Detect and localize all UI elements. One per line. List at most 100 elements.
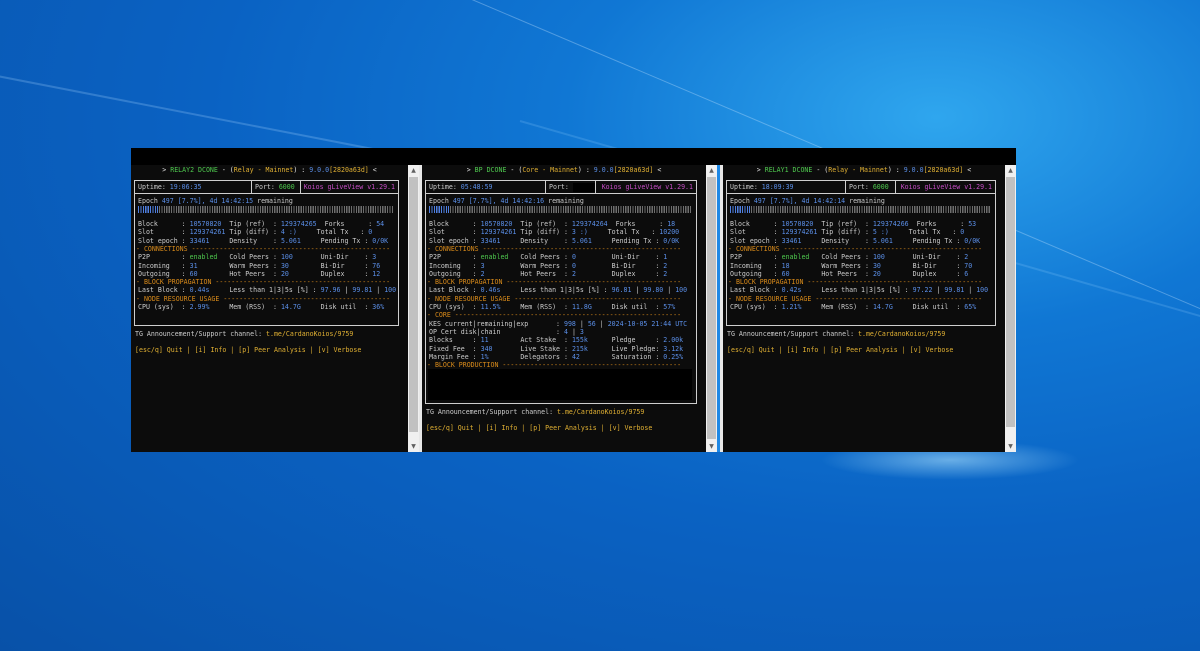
less-than-label: Less than 1|3|5s [%] : — [500, 286, 612, 295]
peer-analysis-key[interactable]: [p] Peer Analysis — [830, 346, 898, 354]
chain-stat: Slot : 129374261 Tip (diff) : 5 :) Total… — [730, 228, 964, 236]
tg-link[interactable]: t.me/CardanoKoios/9759 — [266, 330, 353, 338]
kes-remaining: 56 — [587, 319, 596, 328]
epoch-label: Epoch — [730, 197, 754, 205]
window-title-bar[interactable] — [131, 148, 1016, 165]
pool-stat-label: Pledge : — [587, 336, 664, 345]
connection-stat-value: 2 — [480, 269, 485, 278]
info-key[interactable]: [i] Info — [486, 424, 518, 432]
terminal-title: > BP DCONE - (Core - Mainnet) : 9.0.0[28… — [422, 166, 706, 175]
chain-stat-value: 5.061 — [280, 236, 301, 245]
scroll-up-icon[interactable]: ▲ — [408, 165, 419, 176]
epoch-status: Epoch 497 [7.7%], 4d 14:42:16 remaining — [429, 197, 584, 205]
connection-stat-label: Incoming : — [429, 261, 481, 270]
mem-label: Mem (RSS) : — [209, 303, 281, 311]
verbose-key[interactable]: [v] Verbose — [910, 346, 954, 354]
last-block-value: 0.46s — [480, 286, 501, 295]
chain-stat-label: Pending Tx : — [300, 236, 373, 245]
connection-stat-value: 100 — [280, 253, 293, 262]
scrollbar-relay2[interactable]: ▲ ▼ — [408, 165, 419, 452]
connection-stat-value: 100 — [872, 253, 885, 262]
scroll-down-icon[interactable]: ▼ — [1005, 441, 1016, 452]
connection-stat-value: 20 — [872, 269, 881, 278]
chain-stat-label: Total Tx : — [587, 228, 660, 237]
peer-analysis-key[interactable]: [p] Peer Analysis — [529, 424, 597, 432]
uptime-label: Uptime: — [429, 183, 461, 191]
terminal-relay1[interactable]: > RELAY1 DCONE - (Relay - Mainnet) : 9.0… — [723, 165, 1005, 452]
pool-stat: Blocks : 11 Act Stake : 155k Pledge : 2.… — [429, 336, 683, 344]
scroll-down-icon[interactable]: ▼ — [706, 441, 717, 452]
chain-stat-label: Density : — [500, 236, 572, 245]
chain-stat-label: Pending Tx : — [591, 236, 664, 245]
last-block-label: Last Block : — [730, 286, 782, 295]
quit-key[interactable]: [esc/q] Quit — [135, 346, 183, 354]
connection-stat-label: Hot Peers : — [789, 269, 873, 278]
tg-link[interactable]: t.me/CardanoKoios/9759 — [557, 408, 644, 416]
chain-stat: Block : 10570820 Tip (ref) : 129374266 F… — [730, 220, 976, 228]
mem-label: Mem (RSS) : — [801, 303, 873, 311]
chain-stat-label: Slot : — [429, 228, 481, 237]
node-role: Relay - Mainnet — [828, 166, 888, 174]
info-key[interactable]: [i] Info — [787, 346, 819, 354]
key-hints: [esc/q] Quit | [i] Info | [p] Peer Analy… — [727, 346, 953, 354]
scroll-up-icon[interactable]: ▲ — [706, 165, 717, 176]
mem-label: Mem (RSS) : — [500, 303, 572, 311]
terminal-bp[interactable]: > BP DCONE - (Core - Mainnet) : 9.0.0[28… — [422, 165, 706, 452]
chain-stat: Block : 10570820 Tip (ref) : 129374265 F… — [138, 220, 384, 228]
chain-stat-value: 5.061 — [872, 236, 893, 245]
peer-analysis-key[interactable]: [p] Peer Analysis — [238, 346, 306, 354]
scrollbar-bp[interactable]: ▲ ▼ — [706, 165, 717, 452]
chain-stat-label: Slot epoch : — [138, 236, 190, 245]
node-hash: [2820a63d] — [923, 166, 964, 174]
title-sep: ) : — [293, 166, 310, 174]
sep: | — [774, 346, 787, 354]
epoch-progress-bar — [138, 206, 393, 213]
info-key[interactable]: [i] Info — [195, 346, 227, 354]
chain-stat-label: Total Tx : — [296, 228, 369, 237]
connection-stat-value: 12 — [372, 269, 381, 278]
tool-version: Koios gLiveView v1.29.1 — [900, 183, 992, 191]
epoch-remaining: , 4d 14:42:15 — [201, 197, 254, 205]
disk-value: 57% — [663, 303, 676, 311]
opcert-label: OP Cert disk|chain : — [429, 327, 564, 336]
scroll-thumb[interactable] — [707, 177, 716, 439]
terminal-relay2[interactable]: > RELAY2 DCONE - (Relay - Mainnet) : 9.0… — [131, 165, 408, 452]
dashboard-header: Uptime: 19:06:35 Port: 6000 Koios gLiveVie… — [135, 181, 398, 194]
pool-stat-label: Margin Fee : — [429, 352, 481, 361]
epoch-percent: [7.7%] — [765, 197, 794, 205]
prop-5s: 100 — [384, 286, 397, 295]
quit-key[interactable]: [esc/q] Quit — [727, 346, 775, 354]
opcert-chain: 3 — [579, 327, 584, 336]
scrollbar-relay1[interactable]: ▲ ▼ — [1005, 165, 1016, 452]
verbose-key[interactable]: [v] Verbose — [318, 346, 362, 354]
epoch-number: 497 — [753, 197, 766, 205]
connection-stat-label: Cold Peers : — [508, 253, 572, 262]
chain-stat-label: Tip (ref) : — [813, 220, 873, 228]
tool-version: Koios gLiveView v1.29.1 — [601, 183, 693, 191]
chain-stat-label: Total Tx : — [888, 228, 961, 237]
dashboard-header: Uptime: 05:48:59 Port: Koios gLiveView v1… — [426, 181, 696, 194]
sep: | — [567, 327, 580, 336]
node-role: Relay - Mainnet — [233, 166, 294, 174]
prop-3s: 99.81 — [944, 286, 965, 295]
connection-stat-label: Outgoing : — [138, 269, 190, 278]
chain-stat-value: 129374261 — [781, 228, 818, 237]
scroll-up-icon[interactable]: ▲ — [1005, 165, 1016, 176]
verbose-key[interactable]: [v] Verbose — [609, 424, 653, 432]
chain-stat-label: Tip (ref) : — [221, 220, 281, 228]
quit-key[interactable]: [esc/q] Quit — [426, 424, 474, 432]
disk-label: Disk util : — [591, 303, 664, 311]
pool-stat-value: 155k — [571, 336, 588, 345]
scroll-down-icon[interactable]: ▼ — [408, 441, 419, 452]
cpu-value: 1.21% — [781, 303, 802, 311]
chain-stat-label: Tip (diff) : — [817, 228, 873, 237]
tg-link[interactable]: t.me/CardanoKoios/9759 — [858, 330, 945, 338]
scroll-thumb[interactable] — [1006, 177, 1015, 427]
section-node-resource-usage: - NODE RESOURCE USAGE ------------------… — [728, 294, 983, 303]
chain-stat-label: Slot : — [138, 228, 190, 237]
disk-value: 65% — [964, 303, 977, 311]
scroll-thumb[interactable] — [409, 177, 418, 432]
connection-stat-value: 2 — [663, 269, 668, 278]
tg-label: TG Announcement/Support channel: — [135, 330, 267, 338]
title-prefix: > — [466, 166, 475, 174]
